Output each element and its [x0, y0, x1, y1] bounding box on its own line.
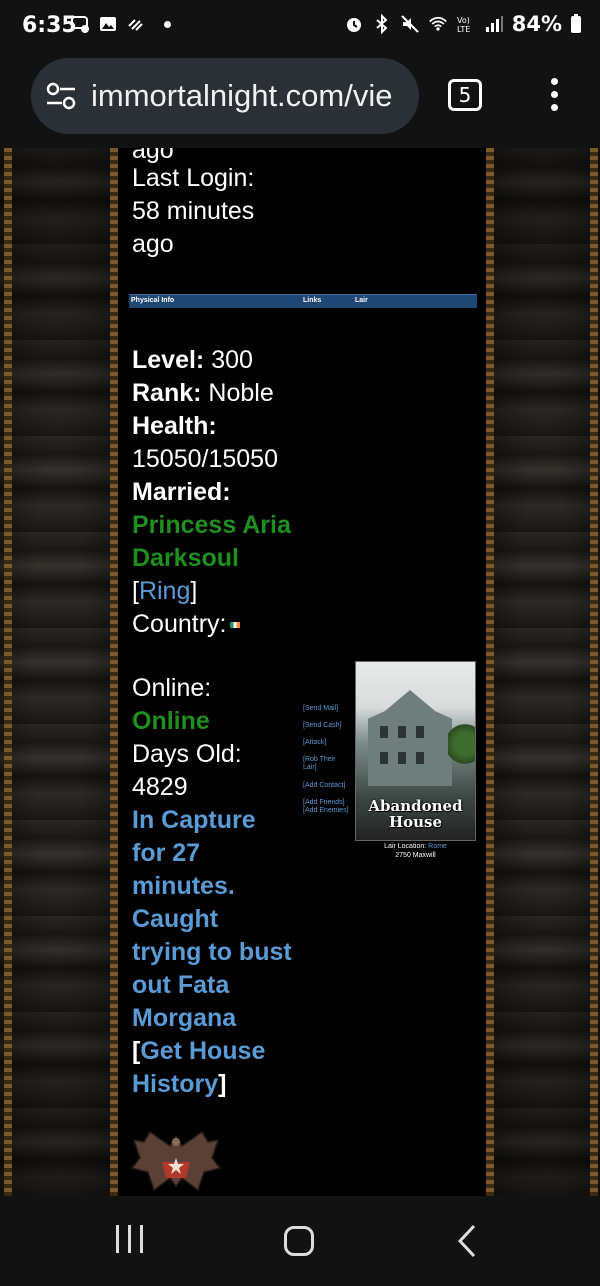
- online-label: Online:: [132, 674, 212, 702]
- days-old-value: 4829: [132, 773, 188, 801]
- tab-switcher-button[interactable]: 5: [448, 79, 482, 111]
- left-inner-trim: [110, 148, 118, 1196]
- level-label: Level:: [132, 346, 205, 374]
- level-value: 300: [211, 346, 253, 374]
- married-label: Married:: [132, 478, 231, 506]
- tree: [448, 722, 475, 766]
- battery-icon: [571, 14, 581, 33]
- back-button[interactable]: [456, 1224, 478, 1258]
- status-bar: 6:35 Vo) LTE 84%: [0, 0, 600, 52]
- recent-apps-button[interactable]: [116, 1225, 146, 1253]
- rank-row: Rank: Noble: [132, 377, 274, 410]
- status-right-icons: Vo) LTE 84%: [344, 12, 582, 36]
- browser-menu-icon[interactable]: [550, 78, 560, 112]
- svg-text:LTE: LTE: [457, 25, 470, 34]
- lair-image[interactable]: Abandoned House: [355, 661, 476, 841]
- health-label: Health:: [132, 412, 217, 440]
- send-mail-link[interactable]: [Send Mail]: [303, 705, 338, 713]
- profile-tabs: Physical Info Links Lair: [129, 294, 477, 308]
- days-old-label: Days Old:: [132, 740, 242, 768]
- bluetooth-icon: [376, 14, 388, 34]
- lair-location: Lair Location: Rome 2750 Maxwill: [355, 842, 476, 860]
- status-time: 6:35: [22, 13, 77, 38]
- capture-status: out Fata: [132, 971, 230, 999]
- send-cash-link[interactable]: [Send Cash]: [303, 722, 342, 730]
- bracket: [: [132, 577, 139, 605]
- house-window: [380, 752, 388, 764]
- online-status: Online: [132, 707, 210, 735]
- house-picture: [368, 690, 452, 786]
- capture-status: trying to bust: [132, 938, 292, 966]
- dot-icon: [164, 20, 171, 28]
- left-outer-trim: [4, 148, 12, 1196]
- webpage: ago Last Login: 58 minutes ago Physical …: [0, 148, 600, 1196]
- lair-location-label: Lair Location:: [384, 843, 427, 850]
- add-enemies-link[interactable]: [Add Enemies]: [303, 807, 349, 815]
- ireland-flag-icon: [230, 622, 241, 629]
- rob-lair-link-cont[interactable]: Lair]: [303, 764, 317, 772]
- bracket: ]: [218, 1070, 227, 1098]
- volte-icon: Vo)LTE: [457, 16, 470, 34]
- lair-city-link[interactable]: Rome: [428, 843, 447, 850]
- ring-link[interactable]: Ring: [139, 577, 190, 605]
- signal-icon: [485, 16, 503, 32]
- left-stone-border: [0, 148, 118, 1196]
- house-window: [398, 752, 406, 764]
- status-left-icons: [70, 14, 171, 34]
- home-button[interactable]: [284, 1226, 314, 1256]
- last-login-value: 58 minutes: [132, 197, 255, 225]
- address-bar[interactable]: immortalnight.com/vie: [31, 58, 419, 134]
- capture-status: minutes.: [132, 872, 235, 900]
- capture-status: Caught: [132, 905, 219, 933]
- attack-link[interactable]: [Attack]: [303, 739, 326, 747]
- house-history-row: [Get House: [132, 1035, 265, 1068]
- alarm-icon: [346, 18, 361, 32]
- bracket: ]: [190, 577, 198, 605]
- site-settings-icon[interactable]: [45, 81, 77, 111]
- tab-lair[interactable]: Lair: [355, 297, 368, 304]
- rank-value: Noble: [208, 379, 274, 407]
- right-inner-trim: [486, 148, 494, 1196]
- lair-title: Abandoned House: [368, 797, 463, 831]
- tab-physical-info[interactable]: Physical Info: [131, 297, 174, 304]
- browser-toolbar: immortalnight.com/vie: [0, 52, 600, 148]
- house-window: [416, 752, 424, 764]
- tab-links[interactable]: Links: [303, 297, 321, 304]
- country-row: Country:: [132, 608, 241, 641]
- chat-notification-icon: [71, 16, 89, 33]
- last-login-value-cont: ago: [132, 230, 174, 258]
- country-label: Country:: [132, 610, 227, 638]
- capture-status: In Capture: [132, 806, 256, 834]
- house-window: [416, 726, 424, 738]
- image-icon: [100, 17, 116, 31]
- get-house-history-link-cont[interactable]: History: [132, 1070, 218, 1098]
- stylus-icon: [128, 19, 143, 31]
- ring-row: [Ring]: [132, 575, 197, 608]
- battery-percent: 84%: [511, 12, 562, 36]
- system-navigation-bar: [0, 1196, 600, 1286]
- level-row: Level: 300: [132, 344, 253, 377]
- house-window: [380, 726, 388, 738]
- svg-text:Vo): Vo): [457, 16, 470, 25]
- spouse-name-link[interactable]: Princess Aria: [132, 509, 291, 542]
- house-history-row-cont: History]: [132, 1068, 226, 1101]
- add-contact-link[interactable]: [Add Contact]: [303, 782, 345, 790]
- wifi-icon: [428, 16, 447, 31]
- right-outer-trim: [590, 148, 598, 1196]
- right-stone-border: [490, 148, 600, 1196]
- lair-address: 2750 Maxwill: [395, 852, 436, 859]
- rank-label: Rank:: [132, 379, 202, 407]
- last-login-label: Last Login:: [132, 164, 255, 192]
- health-value: 15050/15050: [132, 445, 278, 473]
- house-window: [398, 726, 406, 738]
- add-friends-link[interactable]: [Add Friends]: [303, 799, 345, 807]
- capture-status: for 27: [132, 839, 201, 867]
- rob-lair-link[interactable]: [Rob Their: [303, 756, 336, 764]
- get-house-history-link[interactable]: Get House: [140, 1037, 265, 1065]
- capture-status: Morgana: [132, 1004, 237, 1032]
- bat-emblem-icon: [130, 1130, 222, 1192]
- mute-icon: [401, 15, 419, 33]
- spouse-name-link-cont[interactable]: Darksoul: [132, 542, 239, 575]
- url-text[interactable]: immortalnight.com/vie: [91, 78, 392, 114]
